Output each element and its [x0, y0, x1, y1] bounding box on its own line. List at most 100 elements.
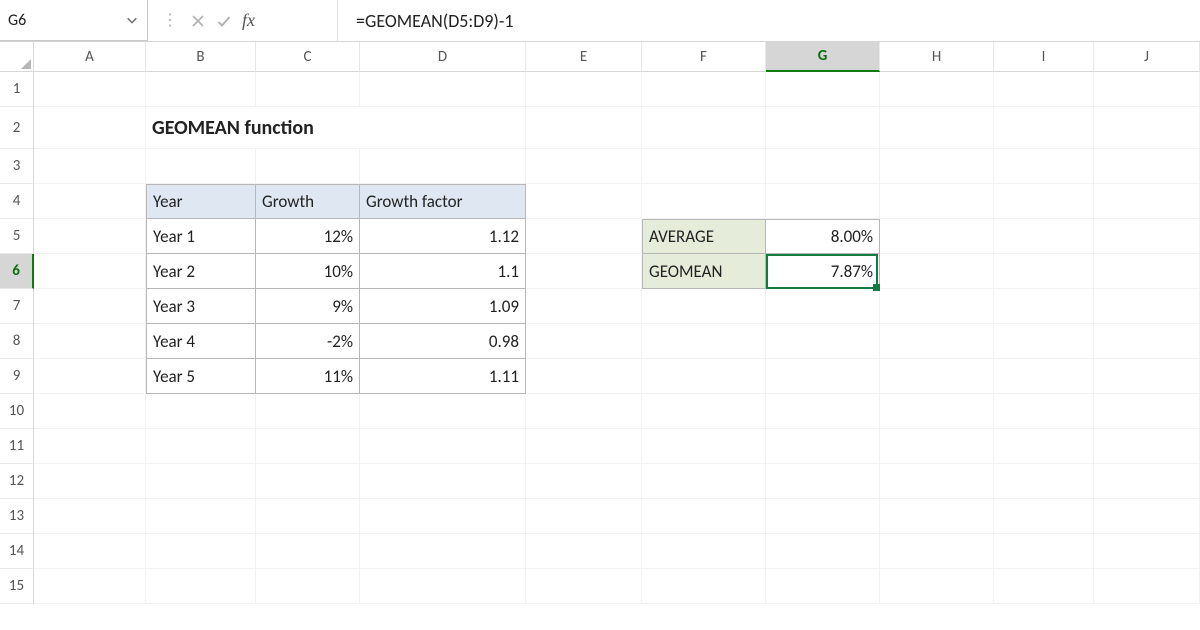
col-header-I[interactable]: I — [994, 42, 1094, 72]
cell-I2[interactable] — [994, 107, 1094, 149]
cell-A2[interactable] — [34, 107, 146, 149]
spreadsheet-grid[interactable]: A B C D E F G H I J 1 2 GEOMEAN function — [0, 42, 1200, 630]
row-header-6[interactable]: 6 — [0, 254, 34, 289]
cell-F13[interactable] — [642, 499, 766, 534]
cell-C5[interactable]: 12% — [256, 219, 360, 254]
cell-I8[interactable] — [994, 324, 1094, 359]
cell-H3[interactable] — [880, 149, 994, 184]
cell-F11[interactable] — [642, 429, 766, 464]
cell-E2[interactable] — [526, 107, 642, 149]
cell-F14[interactable] — [642, 534, 766, 569]
chevron-down-icon[interactable] — [125, 13, 139, 27]
row-header-1[interactable]: 1 — [0, 72, 34, 107]
cell-E10[interactable] — [526, 394, 642, 429]
cell-G1[interactable] — [766, 72, 880, 107]
cell-G6[interactable]: 7.87% — [766, 254, 880, 289]
cell-A3[interactable] — [34, 149, 146, 184]
cell-C15[interactable] — [256, 569, 360, 604]
cell-F7[interactable] — [642, 289, 766, 324]
cell-H4[interactable] — [880, 184, 994, 219]
col-header-J[interactable]: J — [1094, 42, 1200, 72]
cell-J14[interactable] — [1094, 534, 1200, 569]
cell-B6[interactable]: Year 2 — [146, 254, 256, 289]
cell-C8[interactable]: -2% — [256, 324, 360, 359]
cell-B5[interactable]: Year 1 — [146, 219, 256, 254]
cell-H11[interactable] — [880, 429, 994, 464]
cell-G12[interactable] — [766, 464, 880, 499]
cell-D14[interactable] — [360, 534, 526, 569]
cell-B11[interactable] — [146, 429, 256, 464]
cell-B13[interactable] — [146, 499, 256, 534]
cell-J4[interactable] — [1094, 184, 1200, 219]
fx-icon[interactable]: fx — [242, 10, 255, 31]
cell-E4[interactable] — [526, 184, 642, 219]
row-header-10[interactable]: 10 — [0, 394, 34, 429]
cell-J15[interactable] — [1094, 569, 1200, 604]
cell-D3[interactable] — [360, 149, 526, 184]
cell-I13[interactable] — [994, 499, 1094, 534]
cell-H7[interactable] — [880, 289, 994, 324]
cell-F3[interactable] — [642, 149, 766, 184]
cell-B1[interactable] — [146, 72, 256, 107]
cell-G15[interactable] — [766, 569, 880, 604]
row-header-9[interactable]: 9 — [0, 359, 34, 394]
cell-D13[interactable] — [360, 499, 526, 534]
cell-H10[interactable] — [880, 394, 994, 429]
col-header-H[interactable]: H — [880, 42, 994, 72]
row-header-4[interactable]: 4 — [0, 184, 34, 219]
cell-A7[interactable] — [34, 289, 146, 324]
cell-E15[interactable] — [526, 569, 642, 604]
cell-B8[interactable]: Year 4 — [146, 324, 256, 359]
cell-A6[interactable] — [34, 254, 146, 289]
cell-H13[interactable] — [880, 499, 994, 534]
cell-J1[interactable] — [1094, 72, 1200, 107]
cell-D9[interactable]: 1.11 — [360, 359, 526, 394]
cell-D8[interactable]: 0.98 — [360, 324, 526, 359]
cell-C6[interactable]: 10% — [256, 254, 360, 289]
cell-G11[interactable] — [766, 429, 880, 464]
cell-C13[interactable] — [256, 499, 360, 534]
cell-J10[interactable] — [1094, 394, 1200, 429]
cell-E7[interactable] — [526, 289, 642, 324]
cell-D7[interactable]: 1.09 — [360, 289, 526, 324]
row-header-7[interactable]: 7 — [0, 289, 34, 324]
cell-C7[interactable]: 9% — [256, 289, 360, 324]
cell-J8[interactable] — [1094, 324, 1200, 359]
cell-A11[interactable] — [34, 429, 146, 464]
cell-B7[interactable]: Year 3 — [146, 289, 256, 324]
cell-C1[interactable] — [256, 72, 360, 107]
cell-G2[interactable] — [766, 107, 880, 149]
col-header-F[interactable]: F — [642, 42, 766, 72]
cell-F5[interactable]: AVERAGE — [642, 219, 766, 254]
row-header-2[interactable]: 2 — [0, 107, 34, 149]
cell-D11[interactable] — [360, 429, 526, 464]
cell-D5[interactable]: 1.12 — [360, 219, 526, 254]
cell-C11[interactable] — [256, 429, 360, 464]
cell-F12[interactable] — [642, 464, 766, 499]
cell-G10[interactable] — [766, 394, 880, 429]
cell-G4[interactable] — [766, 184, 880, 219]
cell-J5[interactable] — [1094, 219, 1200, 254]
cell-D15[interactable] — [360, 569, 526, 604]
cell-A14[interactable] — [34, 534, 146, 569]
cell-F10[interactable] — [642, 394, 766, 429]
cell-I3[interactable] — [994, 149, 1094, 184]
row-header-8[interactable]: 8 — [0, 324, 34, 359]
cell-F8[interactable] — [642, 324, 766, 359]
formula-input[interactable]: =GEOMEAN(D5:D9)-1 — [338, 0, 1200, 41]
cell-I1[interactable] — [994, 72, 1094, 107]
cell-I5[interactable] — [994, 219, 1094, 254]
cell-E13[interactable] — [526, 499, 642, 534]
cell-C3[interactable] — [256, 149, 360, 184]
cell-B4[interactable]: Year — [146, 184, 256, 219]
cell-G7[interactable] — [766, 289, 880, 324]
cell-G14[interactable] — [766, 534, 880, 569]
row-header-14[interactable]: 14 — [0, 534, 34, 569]
cell-A5[interactable] — [34, 219, 146, 254]
row-header-13[interactable]: 13 — [0, 499, 34, 534]
cell-H2[interactable] — [880, 107, 994, 149]
cell-D6[interactable]: 1.1 — [360, 254, 526, 289]
cell-D12[interactable] — [360, 464, 526, 499]
cell-H9[interactable] — [880, 359, 994, 394]
cell-A12[interactable] — [34, 464, 146, 499]
